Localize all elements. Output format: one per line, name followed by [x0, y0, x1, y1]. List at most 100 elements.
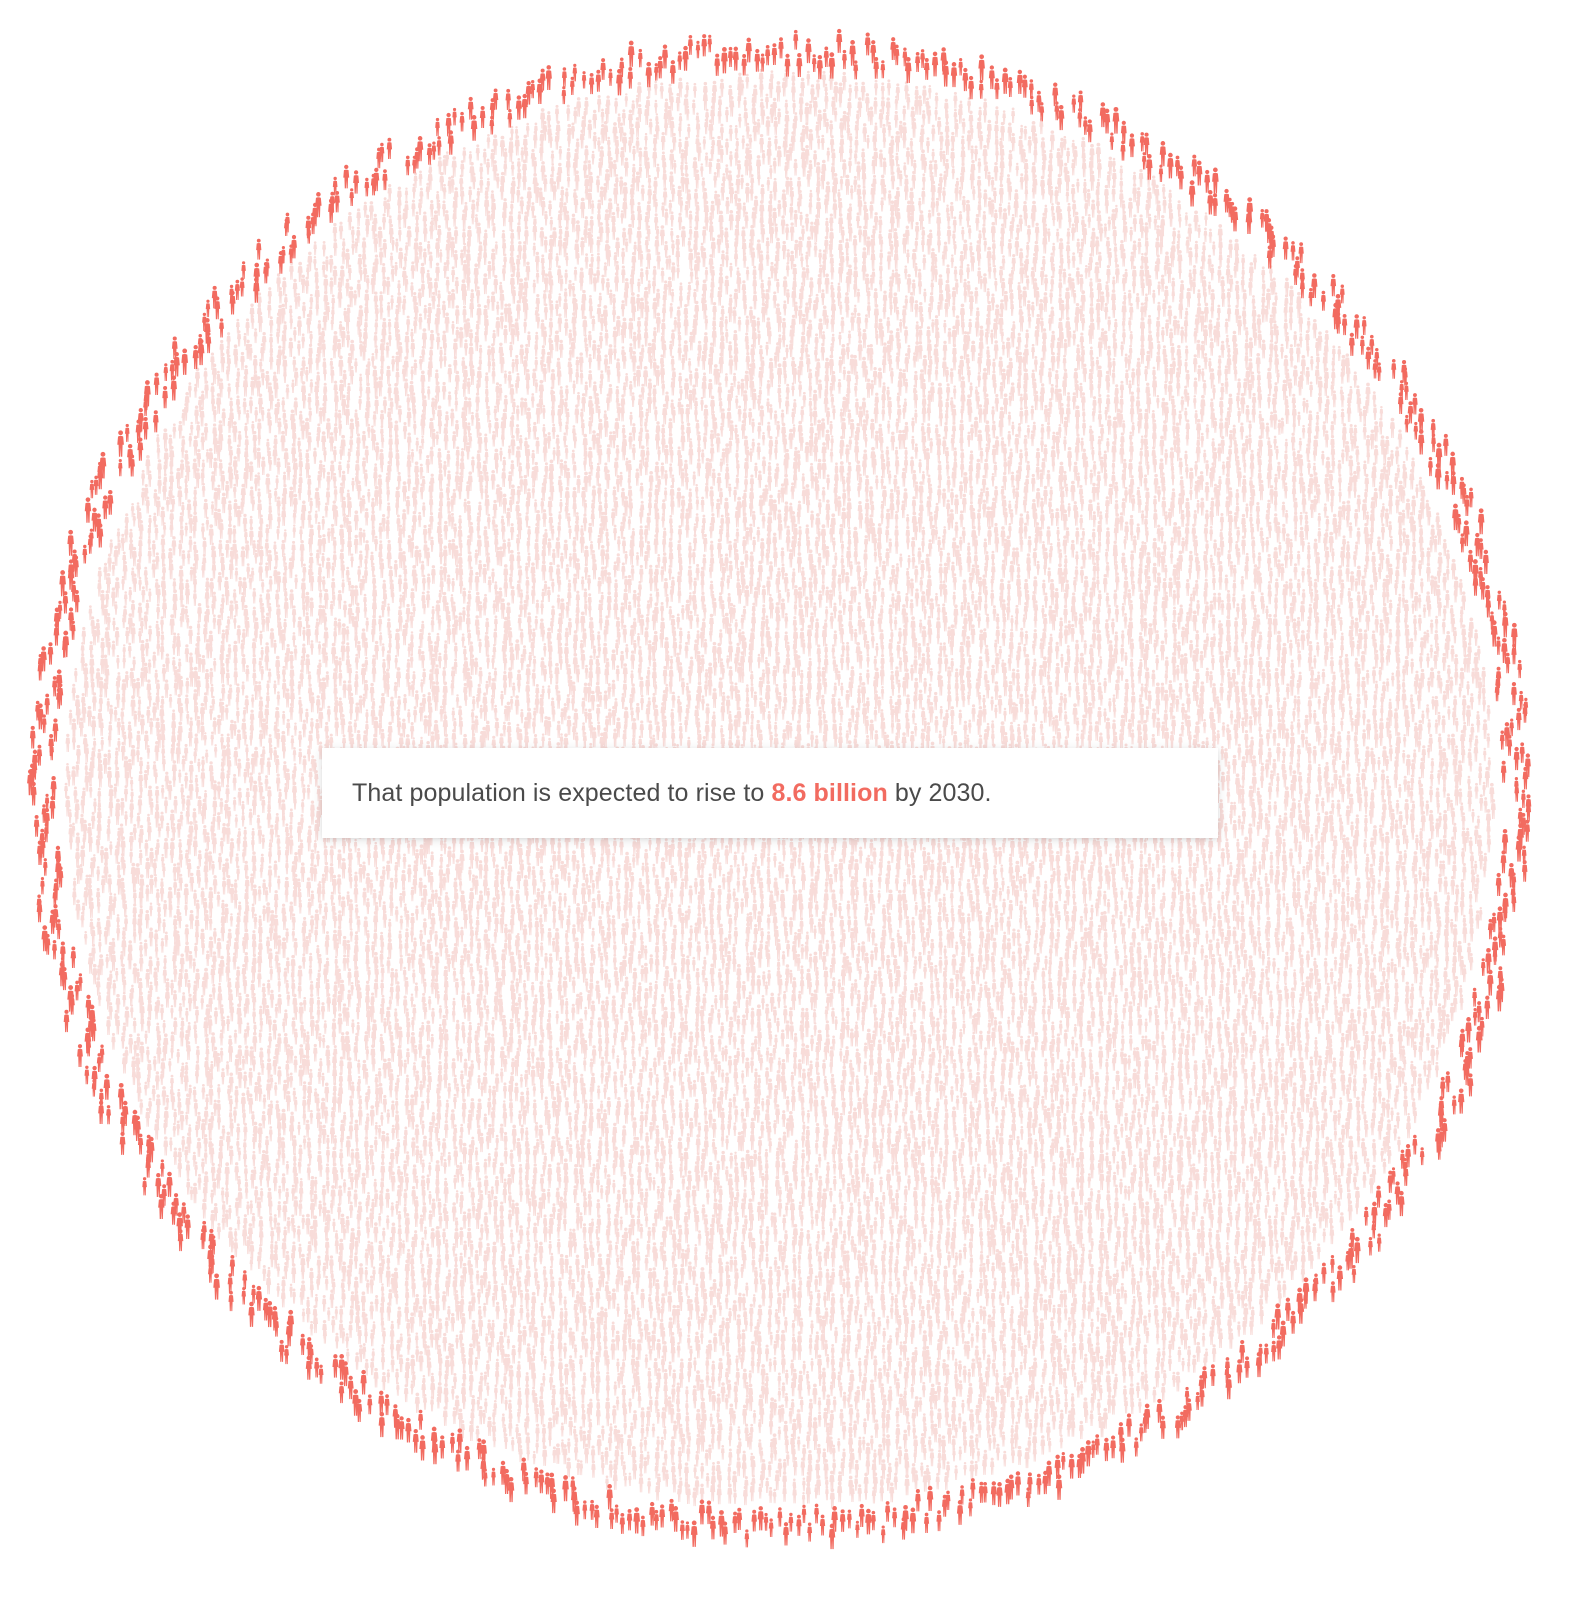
person-figure-icon: [816, 80, 821, 98]
person-figure-icon: [641, 185, 645, 201]
person-figure-icon: [784, 111, 789, 131]
person-figure-icon: [995, 106, 999, 122]
person-figure-icon: [832, 199, 837, 218]
person-figure-icon: [970, 145, 974, 159]
person-figure-icon: [720, 79, 725, 97]
person-figure-icon: [486, 159, 490, 175]
person-figure-icon: [745, 74, 749, 89]
person-figure-icon: [903, 162, 906, 176]
person-figure-icon: [1071, 184, 1075, 202]
person-figure-icon: [479, 163, 483, 179]
person-figure-icon: [692, 100, 696, 115]
person-figure-icon: [616, 203, 620, 218]
person-figure-icon: [654, 100, 657, 114]
person-figure-icon: [460, 160, 464, 176]
person-figure-icon: [615, 144, 620, 162]
person-figure-icon: [974, 146, 978, 162]
person-figure-icon: [597, 95, 601, 112]
person-figure-icon: [617, 113, 621, 128]
person-figure-icon: [880, 197, 884, 211]
person-figure-icon: [636, 137, 640, 153]
person-figure-icon: [655, 113, 658, 126]
person-figure-icon: [397, 196, 402, 214]
person-figure-icon: [612, 122, 617, 142]
person-figure-icon: [759, 134, 764, 153]
person-figure-icon: [934, 107, 937, 121]
person-figure-icon: [734, 125, 738, 139]
person-figure-icon: [713, 172, 717, 188]
person-figure-icon: [516, 186, 520, 202]
person-figure-icon: [745, 183, 750, 203]
person-figure-icon: [866, 135, 869, 149]
person-figure-icon: [673, 160, 676, 174]
person-figure-icon: [821, 135, 825, 150]
person-figure-icon: [882, 158, 886, 175]
person-figure-icon: [442, 200, 446, 216]
person-figure-icon: [773, 117, 778, 135]
person-figure-icon: [521, 147, 525, 162]
person-figure-icon: [953, 92, 957, 109]
person-figure-icon: [517, 169, 522, 188]
person-figure-icon: [725, 197, 729, 214]
person-figure-icon: [1063, 136, 1067, 150]
person-figure-icon: [483, 149, 487, 165]
person-figure-icon: [645, 157, 650, 178]
person-figure-icon: [848, 84, 852, 99]
person-figure-icon: [462, 147, 466, 162]
person-figure-icon: [693, 83, 697, 98]
person-figure-icon: [729, 151, 733, 166]
person-figure-icon: [895, 131, 900, 152]
person-figure-icon: [789, 203, 793, 220]
person-figure-icon: [765, 94, 769, 109]
person-figure-icon: [942, 187, 946, 202]
person-figure-icon: [1066, 148, 1070, 163]
person-figure-icon: [804, 102, 809, 123]
person-figure-icon: [817, 136, 820, 150]
person-figure-icon: [597, 137, 601, 151]
person-figure-icon: [631, 100, 635, 115]
person-figure-icon: [631, 174, 635, 190]
person-figure-icon: [703, 90, 708, 110]
person-figure-icon: [1112, 185, 1116, 201]
person-figure-icon: [849, 145, 852, 159]
person-figure-icon: [1083, 184, 1087, 201]
person-figure-icon: [527, 187, 532, 207]
person-figure-icon: [566, 105, 570, 121]
person-figure-icon: [978, 158, 982, 173]
person-figure-icon: [369, 201, 374, 220]
person-figure-icon: [773, 158, 777, 174]
infographic-stage: That population is expected to rise to 8…: [0, 0, 1596, 1600]
person-figure-icon: [591, 151, 594, 165]
person-figure-icon: [654, 81, 658, 95]
person-figure-icon: [951, 132, 956, 150]
person-figure-icon: [738, 114, 742, 128]
person-figure-icon: [614, 98, 618, 114]
person-figure-icon: [1112, 169, 1117, 188]
person-figure-icon: [1028, 136, 1032, 153]
person-figure-icon: [1031, 162, 1036, 181]
person-figure-icon: [1139, 169, 1144, 187]
person-figure-icon: [933, 160, 937, 177]
person-figure-icon: [848, 157, 852, 172]
person-figure-icon: [1132, 183, 1137, 202]
person-figure-icon: [874, 80, 878, 96]
person-figure-icon: [902, 106, 906, 121]
person-figure-icon: [983, 189, 988, 207]
person-figure-icon: [777, 146, 782, 166]
person-figure-icon: [792, 100, 796, 114]
person-figure-icon: [511, 161, 515, 175]
person-figure-icon: [829, 120, 833, 136]
person-figure-icon: [566, 157, 571, 176]
person-figure-icon: [768, 200, 773, 220]
person-figure-icon: [624, 158, 629, 177]
person-figure-icon: [854, 82, 858, 99]
person-figure-icon: [515, 135, 520, 155]
person-figure-icon: [548, 200, 552, 216]
person-figure-icon: [740, 175, 744, 190]
person-figure-icon: [613, 160, 617, 177]
person-figure-icon: [479, 177, 483, 193]
person-figure-icon: [917, 95, 922, 114]
person-figure-icon: [411, 200, 415, 217]
person-figure-icon: [565, 188, 569, 203]
person-figure-icon: [1016, 163, 1019, 176]
